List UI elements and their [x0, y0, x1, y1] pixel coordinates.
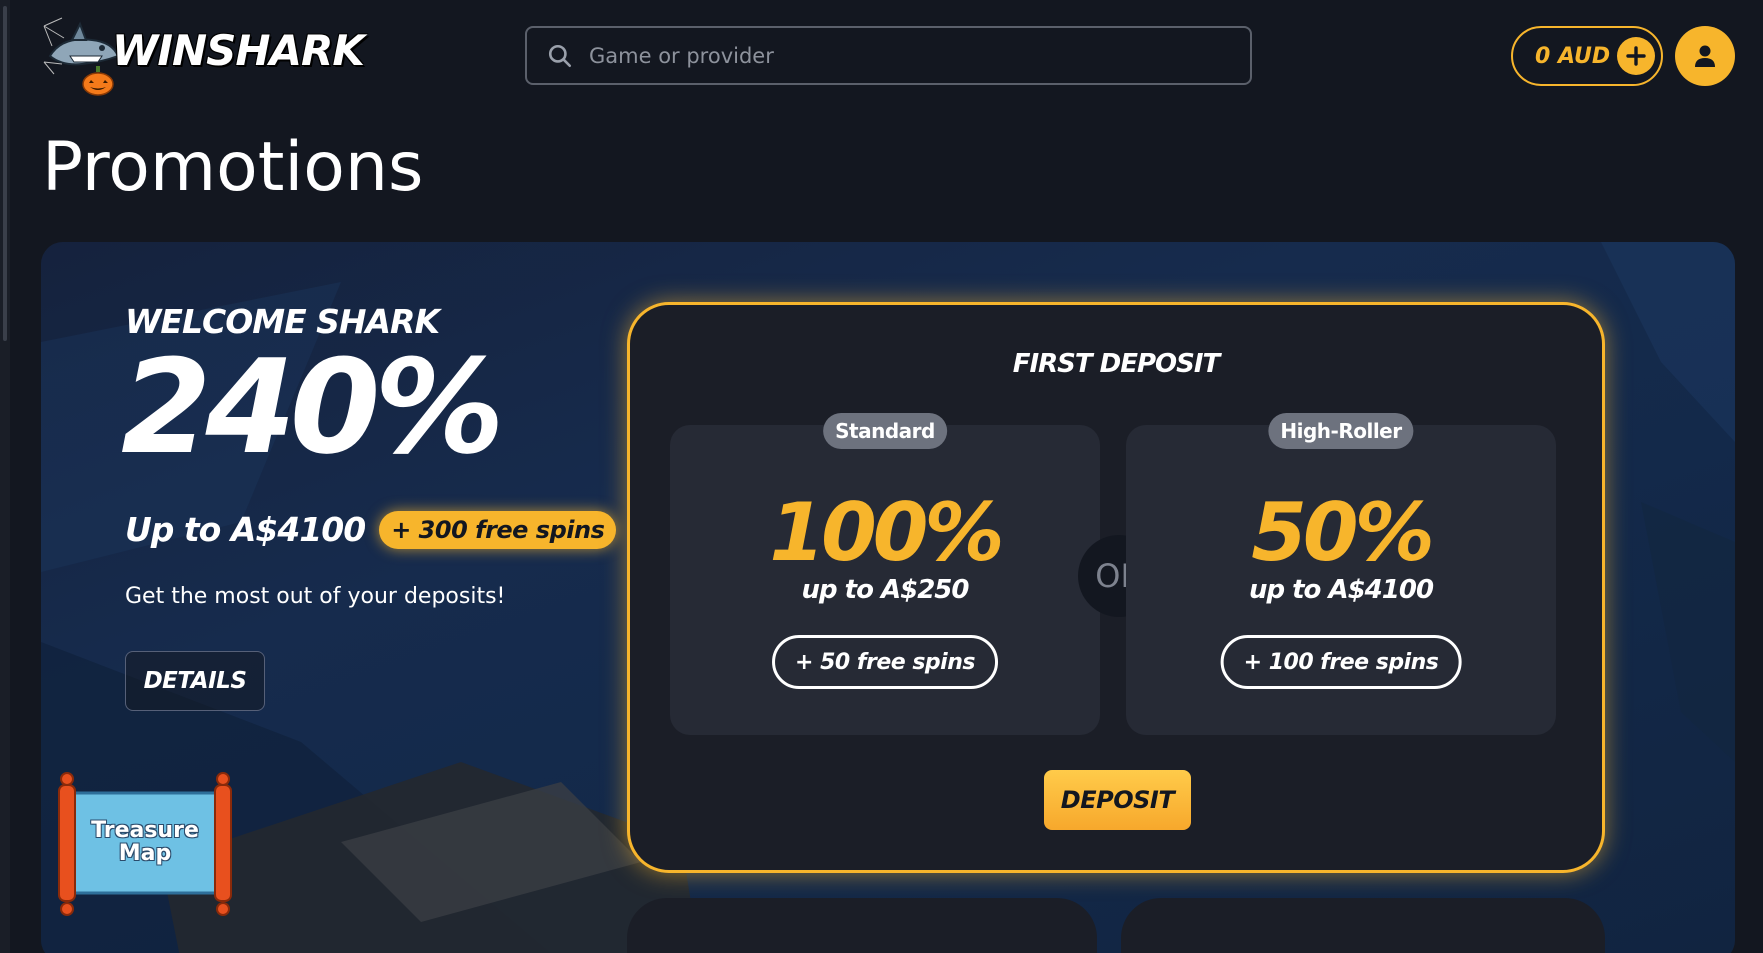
- scrollbar-thumb[interactable]: [3, 6, 7, 341]
- treasure-map-label: Treasure Map: [75, 819, 215, 865]
- pumpkin-icon: [82, 66, 114, 96]
- free-spins-badge: + 300 free spins: [379, 510, 617, 549]
- plus-icon: [1626, 46, 1646, 66]
- search-icon: [548, 44, 572, 67]
- welcome-upto-row: Up to A$4100 + 300 free spins: [125, 510, 617, 549]
- next-deposit-card-left: [627, 898, 1097, 953]
- option-upto: up to A$250: [801, 575, 969, 605]
- next-deposit-card-right: [1121, 898, 1605, 953]
- standard-option[interactable]: Standard 100% up to A$250 + 50 free spin…: [670, 413, 1100, 735]
- option-percent: 50%: [1251, 486, 1434, 579]
- search-bar[interactable]: [525, 26, 1252, 85]
- option-label: High-Roller: [1268, 413, 1414, 449]
- option-free-spins: + 100 free spins: [1220, 635, 1462, 689]
- first-deposit-card: FIRST DEPOSIT Standard 100% up to A$250 …: [627, 302, 1605, 873]
- high-roller-option[interactable]: High-Roller 50% up to A$4100 + 100 free …: [1126, 413, 1556, 735]
- logo-wordmark: WINSHARK: [112, 26, 365, 75]
- user-account-button[interactable]: [1675, 26, 1735, 86]
- option-free-spins: + 50 free spins: [772, 635, 998, 689]
- deposit-button[interactable]: DEPOSIT: [1044, 770, 1191, 830]
- welcome-upto: Up to A$4100: [125, 510, 366, 549]
- balance-button[interactable]: 0 AUD: [1511, 26, 1663, 86]
- welcome-percent: 240%: [121, 331, 505, 483]
- add-funds-button[interactable]: [1617, 37, 1655, 75]
- winshark-logo[interactable]: WINSHARK: [42, 16, 365, 96]
- first-deposit-title: FIRST DEPOSIT: [1012, 349, 1221, 379]
- welcome-promo-panel: WELCOME SHARK 240% Up to A$4100 + 300 fr…: [41, 242, 1735, 953]
- option-percent: 100%: [769, 486, 1004, 579]
- page-title: Promotions: [42, 128, 424, 207]
- welcome-subtitle: Get the most out of your deposits!: [125, 584, 506, 609]
- treasure-map-label-line2: Map: [118, 841, 172, 867]
- treasure-map-widget[interactable]: Treasure Map: [55, 767, 235, 917]
- user-icon: [1695, 45, 1715, 67]
- page-scrollbar[interactable]: [0, 0, 10, 953]
- treasure-map-label-line1: Treasure: [91, 818, 199, 843]
- search-input[interactable]: [589, 43, 1209, 68]
- option-label: Standard: [823, 413, 947, 449]
- details-button[interactable]: DETAILS: [125, 651, 265, 711]
- balance-amount: 0 AUD: [1535, 43, 1611, 69]
- option-upto: up to A$4100: [1248, 575, 1434, 605]
